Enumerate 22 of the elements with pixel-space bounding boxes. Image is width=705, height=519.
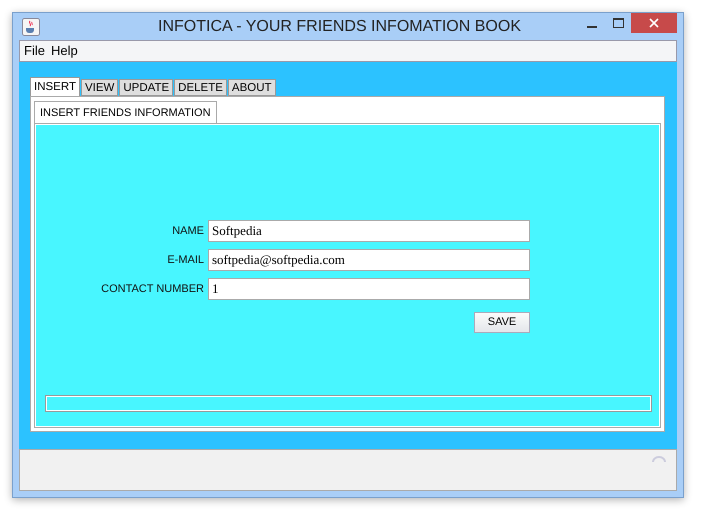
tab[interactable]: INSERT FRIENDS INFORMATION	[34, 101, 217, 123]
field-label: NAME	[171, 224, 205, 239]
window-title: INFOTICA - YOUR FRIENDS INFOMATION BOOK	[157, 16, 522, 36]
save-button[interactable]: SAVE	[474, 312, 530, 333]
input-field[interactable]: softpedia@softpedia.com	[208, 249, 530, 271]
tab[interactable]: VIEW	[80, 79, 118, 96]
close-icon	[649, 18, 659, 28]
input-field[interactable]: 1	[208, 278, 530, 300]
close-button[interactable]	[631, 13, 677, 33]
menu-item[interactable]: File	[24, 41, 45, 61]
menu-item[interactable]: Help	[50, 41, 78, 61]
tab[interactable]: INSERT	[30, 77, 80, 96]
arc-icon	[652, 456, 666, 462]
tab[interactable]: DELETE	[174, 79, 227, 96]
tab[interactable]: UPDATE	[119, 79, 174, 96]
java-cup-icon	[22, 18, 40, 36]
field-label: E-MAIL	[166, 252, 205, 268]
tab[interactable]: ABOUT	[228, 79, 276, 96]
field-label: CONTACT NUMBER	[100, 282, 205, 297]
input-field[interactable]: Softpedia	[208, 220, 530, 242]
minimize-icon	[587, 26, 597, 28]
maximize-icon	[612, 18, 624, 28]
